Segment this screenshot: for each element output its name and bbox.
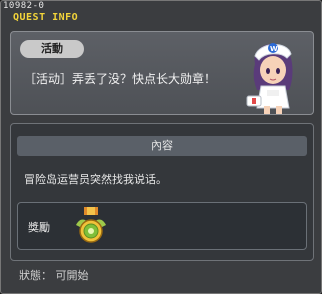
reward-label: 獎勵: [28, 221, 50, 234]
content-header: 內容: [17, 136, 307, 156]
reward-box: 獎勵: [17, 202, 307, 250]
quest-status: 狀態： 可開始: [19, 269, 89, 282]
nurse-npc-icon: W: [246, 43, 293, 114]
svg-text:W: W: [270, 45, 278, 53]
quest-title: ［活动］弄丢了没？快点长大勋章！: [24, 72, 217, 86]
content-text: 冒险岛运营员突然找我说话。: [24, 173, 167, 186]
title-bar[interactable]: 10982-0 QUEST INFO: [1, 1, 321, 23]
window-title: QUEST INFO: [13, 12, 79, 23]
medal-icon[interactable]: [74, 207, 108, 245]
quest-info-window: 10982-0 QUEST INFO 活動 ［活动］弄丢了没？快点长大勋章！ W: [0, 0, 322, 294]
quest-id: 10982-0: [3, 1, 45, 11]
category-badge: 活動: [20, 40, 84, 58]
quest-header-panel: 活動 ［活动］弄丢了没？快点长大勋章！ W: [10, 31, 314, 115]
quest-content-panel: 內容 冒险岛运营员突然找我说话。 獎勵: [10, 123, 314, 261]
